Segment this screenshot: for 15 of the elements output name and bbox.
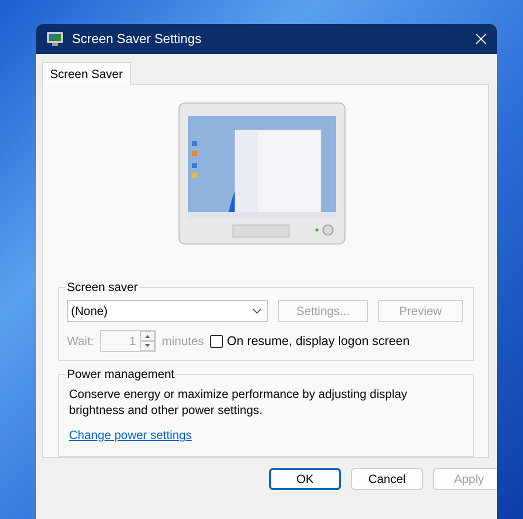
minutes-label: minutes (162, 333, 204, 350)
monitor-icon (46, 31, 64, 47)
close-icon[interactable] (475, 33, 487, 45)
group-legend: Power management (65, 367, 176, 382)
power-description: Conserve energy or maximize performance by adjusting display brightness and other power settings. (69, 386, 408, 418)
change-power-settings-link[interactable]: Change power settings (69, 428, 192, 442)
logon-checkbox[interactable] (210, 334, 223, 348)
wait-label: Wait: (67, 333, 94, 350)
dialog-button[interactable]: OK (269, 468, 341, 490)
chevron-down-icon (252, 308, 262, 314)
tab[interactable]: Screen Saver (42, 62, 131, 85)
logon-checkbox-label[interactable]: On resume, display logon screen (226, 332, 410, 350)
dialog-button[interactable]: Cancel (351, 468, 423, 490)
screen-saver-dropdown[interactable]: (None) (67, 300, 268, 322)
window-title: Screen Saver Settings (72, 30, 202, 48)
